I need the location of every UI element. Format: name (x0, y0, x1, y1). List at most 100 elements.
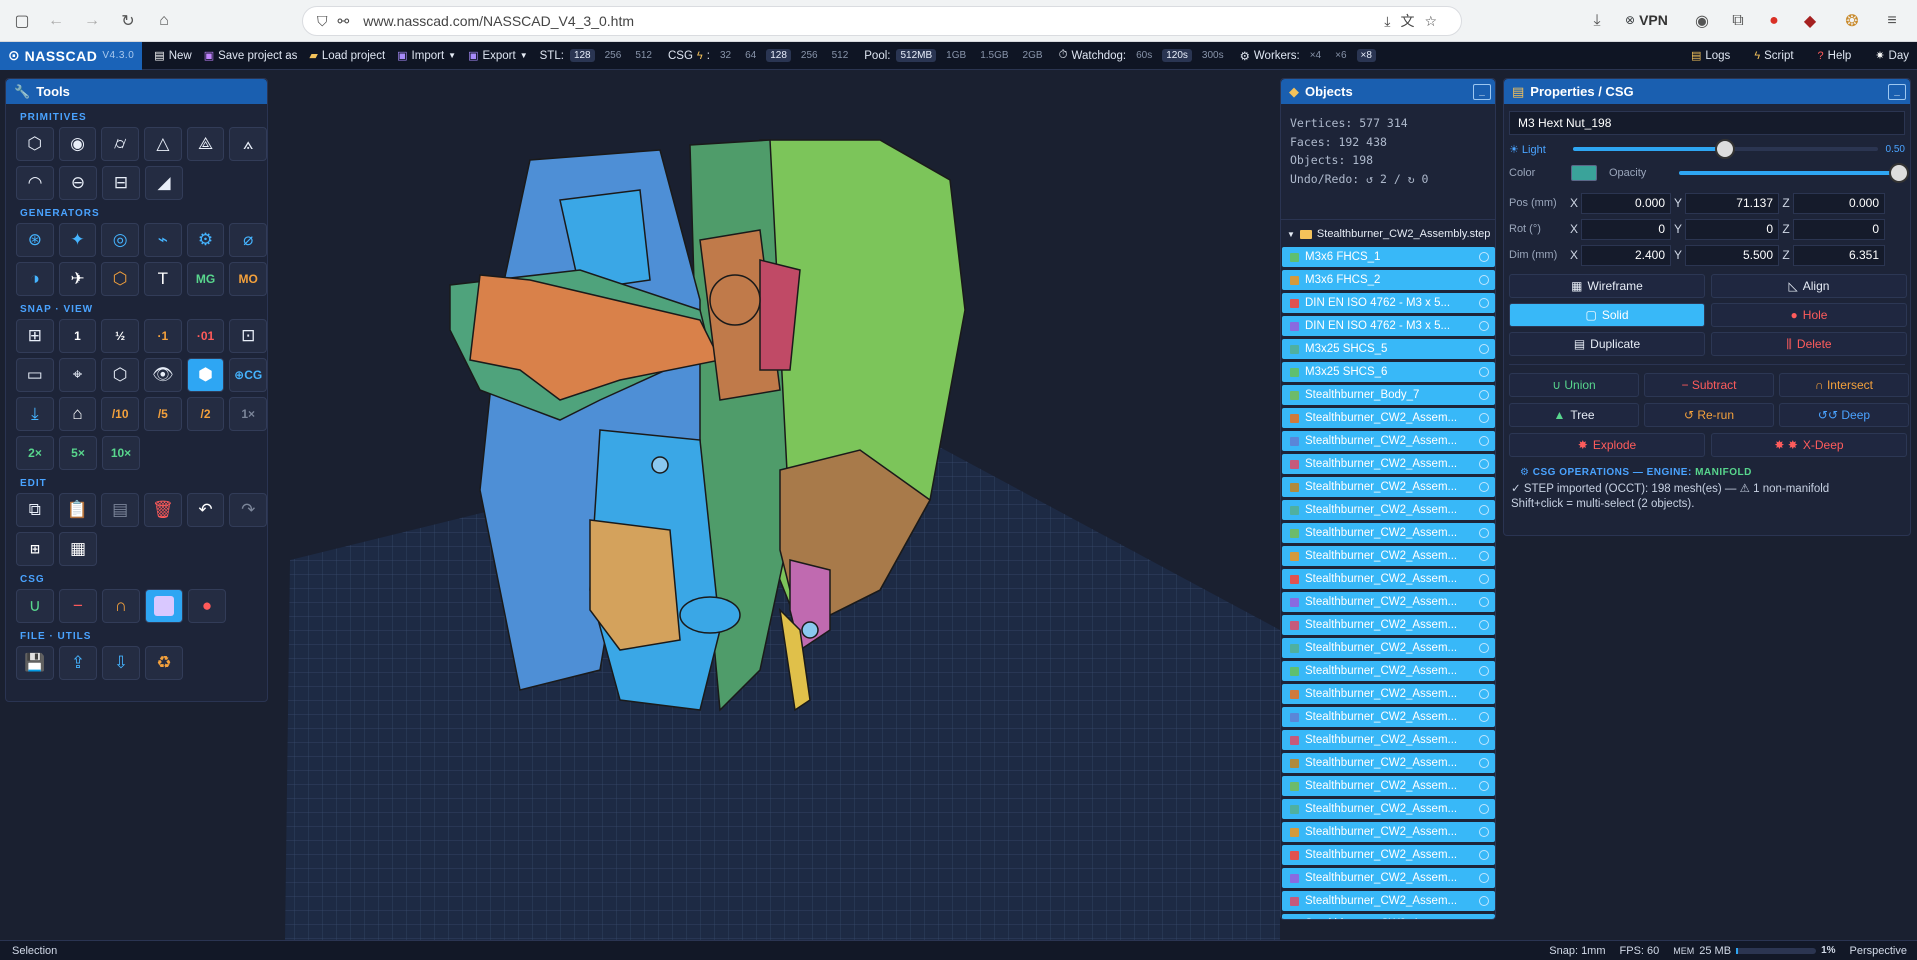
account-icon[interactable]: ◉ (1690, 9, 1714, 33)
capsule-button[interactable]: ⊖ (59, 166, 97, 200)
csg-union-button[interactable]: ∪ (16, 589, 54, 623)
dim-y-field[interactable]: 5.500 (1685, 244, 1779, 266)
light-slider[interactable] (1573, 139, 1878, 159)
visibility-icon[interactable] (1479, 689, 1489, 699)
save-project-button[interactable]: ▣ Save project as (204, 49, 298, 63)
visibility-icon[interactable] (1479, 482, 1489, 492)
object-list-item[interactable]: Stealthburner_CW2_Assem... (1282, 822, 1495, 842)
csg-solid-button[interactable] (145, 589, 183, 623)
iso-view-button[interactable]: ⬢ (186, 358, 225, 392)
watchdog-option[interactable]: 120s (1162, 49, 1192, 62)
slider-handle[interactable] (1715, 139, 1736, 159)
new-button[interactable]: ▤ New (154, 49, 191, 63)
pos-y-field[interactable]: 71.137 (1685, 192, 1779, 214)
visibility-icon[interactable] (1479, 804, 1489, 814)
object-list-item[interactable]: Stealthburner_CW2_Assem... (1282, 477, 1495, 497)
site-info-icon[interactable]: ⚯ (338, 13, 350, 30)
object-list-item[interactable]: Stealthburner_CW2_Assem... (1282, 730, 1495, 750)
delete-tool-button[interactable]: 🗑 (144, 493, 182, 527)
home-view-button[interactable]: ⌂ (58, 397, 97, 431)
tree-button[interactable]: ▲ Tree (1509, 403, 1639, 427)
visibility-icon[interactable] (1479, 367, 1489, 377)
minimize-button[interactable]: _ (1888, 83, 1906, 100)
object-list-item[interactable]: M3x6 FHCS_2 (1282, 270, 1495, 290)
vpn-button[interactable]: ⊗ VPN (1625, 12, 1668, 28)
visibility-icon[interactable] (1479, 252, 1489, 262)
object-list-item[interactable]: Stealthburner_CW2_Assem... (1282, 638, 1495, 658)
redo-button[interactable]: ↷ (229, 493, 268, 527)
visibility-icon[interactable] (1479, 551, 1489, 561)
shield-extension-icon[interactable]: ◆ (1798, 9, 1822, 33)
hex-nut-button[interactable]: ⬡ (101, 262, 140, 296)
visibility-icon[interactable] (1479, 528, 1489, 538)
object-list-item[interactable]: Stealthburner_CW2_Assem... (1282, 592, 1495, 612)
visibility-icon[interactable] (1479, 620, 1489, 630)
visibility-icon[interactable] (1479, 505, 1489, 515)
mo-generator-button[interactable]: MO (229, 262, 268, 296)
address-bar[interactable]: ⛉ ⚯ www.nasscad.com/NASSCAD_V4_3_0.htm ⤓… (302, 6, 1462, 36)
undo-button[interactable]: ↶ (186, 493, 225, 527)
export-stl-button[interactable]: ⇪ (59, 646, 97, 680)
copy-button[interactable]: ⧉ (16, 493, 54, 527)
visibility-button[interactable]: 👁 (144, 358, 182, 392)
hex-view-button[interactable]: ⬡ (101, 358, 140, 392)
adblock-icon[interactable]: ● (1762, 9, 1786, 33)
spring-generator-button[interactable]: ⌁ (144, 223, 182, 257)
address-bar-actions-icon[interactable]: ⤓文☆ (1384, 11, 1447, 31)
load-project-button[interactable]: ▰ Load project (309, 49, 385, 63)
center-of-gravity-button[interactable]: ⊕CG (229, 358, 268, 392)
window-view-button[interactable]: ▭ (16, 358, 54, 392)
rot-z-field[interactable]: 0 (1793, 218, 1885, 240)
visibility-icon[interactable] (1479, 850, 1489, 860)
object-list-item[interactable]: Stealthburner_CW2_Assem... (1282, 523, 1495, 543)
contrast-button[interactable]: ◑ (16, 262, 54, 296)
visibility-icon[interactable] (1479, 597, 1489, 607)
hole-button[interactable]: ● Hole (1711, 303, 1907, 327)
dim-z-field[interactable]: 6.351 (1793, 244, 1885, 266)
object-list-item[interactable]: Stealthburner_CW2_Assem... (1282, 707, 1495, 727)
screw-generator-button[interactable]: ⊛ (16, 223, 54, 257)
satellite-button[interactable]: ✈ (58, 262, 97, 296)
half-sphere-button[interactable]: ◠ (16, 166, 54, 200)
visibility-icon[interactable] (1479, 298, 1489, 308)
bracket-generator-button[interactable]: ✦ (58, 223, 97, 257)
pool-option[interactable]: 1.5GB (976, 49, 1012, 62)
visibility-icon[interactable] (1479, 344, 1489, 354)
object-list-item[interactable]: Stealthburner_CW2_Assem... (1282, 776, 1495, 796)
menu-icon[interactable]: ≡ (1880, 9, 1904, 33)
paste-disabled-button[interactable]: ▤ (101, 493, 140, 527)
export-step-button[interactable]: ⇩ (102, 646, 140, 680)
explode-button[interactable]: ✸ Explode (1509, 433, 1705, 457)
scale-x1-button[interactable]: 1× (229, 397, 268, 431)
help-button[interactable]: ? Help (1818, 49, 1852, 62)
grid-array-button[interactable]: ▦ (59, 532, 97, 566)
csg-option[interactable]: 128 (766, 49, 791, 62)
reload-icon[interactable]: ↻ (116, 9, 140, 33)
scale-div10-button[interactable]: /10 (101, 397, 140, 431)
rerun-button[interactable]: ↺ Re-run (1644, 403, 1774, 427)
snap-half-button[interactable]: ½ (101, 319, 140, 353)
object-list-item[interactable]: Stealthburner_CW2_Assem... (1282, 615, 1495, 635)
visibility-icon[interactable] (1479, 919, 1489, 920)
visibility-icon[interactable] (1479, 413, 1489, 423)
object-list-item[interactable]: M3x6 FHCS_1 (1282, 247, 1495, 267)
csg-option[interactable]: 256 (797, 49, 822, 62)
array-button[interactable]: ⊞ (16, 532, 54, 566)
center-view-button[interactable]: ⌖ (58, 358, 97, 392)
object-list-item[interactable]: Stealthburner_CW2_Assem... (1282, 431, 1495, 451)
object-list-item[interactable]: Stealthburner_CW2_Assem... (1282, 454, 1495, 474)
extensions-icon[interactable]: ⧉ (1726, 9, 1750, 33)
visibility-icon[interactable] (1479, 712, 1489, 722)
watchdog-option[interactable]: 60s (1132, 49, 1156, 62)
slider-handle[interactable] (1889, 163, 1909, 183)
object-list-item[interactable]: M3x25 SHCS_5 (1282, 339, 1495, 359)
snap-0-1-button[interactable]: ·1 (144, 319, 182, 353)
csg-option[interactable]: 64 (741, 49, 760, 62)
back-icon[interactable]: ← (44, 9, 68, 33)
object-list-item[interactable]: Stealthburner_CW2_Assem... (1282, 500, 1495, 520)
cylinder-button[interactable]: ⌭ (101, 127, 140, 161)
object-list-item[interactable]: Stealthburner_CW2_Assem... (1282, 569, 1495, 589)
csg-intersect-button[interactable]: ∩ (102, 589, 140, 623)
pool-option[interactable]: 1GB (942, 49, 970, 62)
object-list-item[interactable]: DIN EN ISO 4762 - M3 x 5... (1282, 293, 1495, 313)
